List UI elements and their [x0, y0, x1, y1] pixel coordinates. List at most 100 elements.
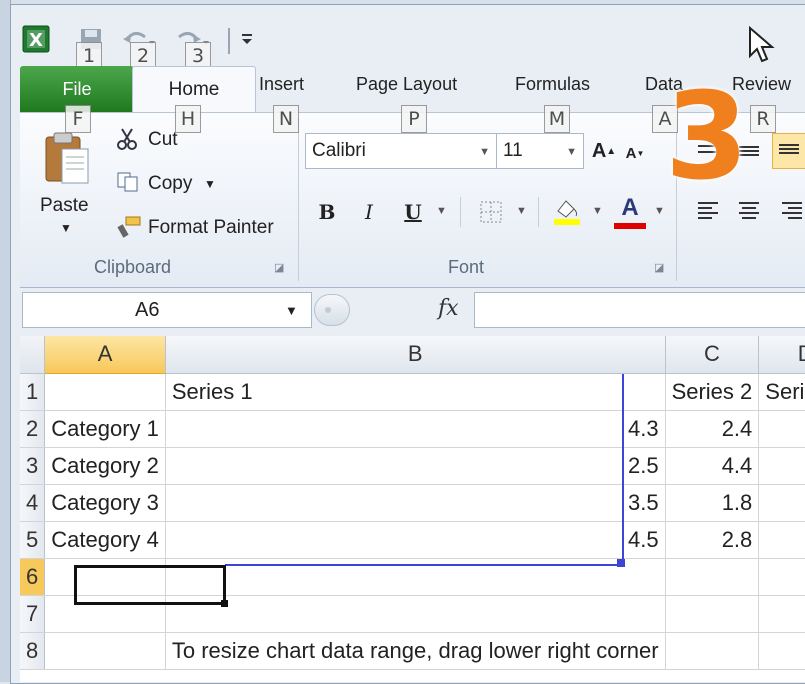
cell-b[interactable] [165, 595, 666, 633]
cell-d[interactable]: 5 [758, 521, 805, 559]
qat-separator [228, 28, 230, 54]
cell-a[interactable] [44, 373, 166, 411]
row-header[interactable]: 2 [20, 410, 46, 448]
cell-c[interactable]: 2.4 [665, 410, 760, 448]
align-right-icon[interactable] [780, 199, 802, 226]
column-header-row: A B C D E [20, 336, 805, 374]
cell-a[interactable] [44, 632, 166, 670]
step-number-overlay: 3 [665, 68, 749, 207]
fill-color-dropdown-icon[interactable]: ▼ [592, 205, 603, 217]
paste-dropdown-icon[interactable]: ▼ [60, 221, 72, 235]
paste-button[interactable]: Paste [40, 195, 89, 217]
bold-button[interactable]: B [314, 197, 340, 227]
font-size-combo[interactable]: 11 ▼ [496, 133, 584, 169]
row-header[interactable]: 6 [20, 558, 46, 596]
copy-button[interactable]: Copy [148, 173, 192, 195]
cell-d[interactable]: Series 3 [758, 373, 805, 411]
paste-icon[interactable] [42, 129, 92, 192]
copy-dropdown-icon[interactable]: ▼ [204, 177, 216, 191]
cell-a[interactable]: Category 1 [44, 410, 166, 448]
row-header[interactable]: 5 [20, 521, 46, 559]
font-group-label: Font [448, 257, 485, 277]
cell-d[interactable]: 2 [758, 447, 805, 485]
cell-d[interactable] [758, 632, 805, 670]
cell-d[interactable] [758, 595, 805, 633]
font-name-dropdown-icon[interactable]: ▼ [479, 146, 490, 158]
column-header-b[interactable]: B [165, 336, 666, 374]
cut-button[interactable]: Cut [148, 129, 178, 151]
font-color-button[interactable]: A [614, 195, 646, 229]
keytip-insert: N [273, 105, 299, 133]
grow-font-icon: A [591, 139, 607, 162]
row-header[interactable]: 3 [20, 447, 46, 485]
cut-icon [116, 127, 138, 156]
cell-a[interactable]: Category 3 [44, 484, 166, 522]
cell-c[interactable]: 4.4 [665, 447, 760, 485]
insert-function-button[interactable]: fx [438, 296, 459, 321]
table-row: 8 To resize chart data range, drag lower … [20, 632, 805, 670]
fill-handle[interactable] [221, 600, 228, 607]
align-bottom-button[interactable] [772, 133, 805, 169]
shrink-font-icon: A [625, 144, 637, 162]
name-box[interactable]: A6 ▼ [22, 292, 312, 328]
worksheet-grid[interactable]: A B C D E 1Series 1Series 2Series 32Cate… [20, 336, 805, 682]
fill-color-icon[interactable] [552, 197, 582, 232]
underline-dropdown-icon[interactable]: ▼ [436, 205, 447, 217]
tab-page-layout[interactable]: Page Layout [356, 74, 457, 95]
italic-button[interactable]: I [356, 197, 382, 227]
cell-c[interactable] [665, 632, 760, 670]
group-separator [298, 119, 299, 281]
tab-formulas[interactable]: Formulas [515, 74, 590, 95]
format-painter-button[interactable]: Format Painter [148, 217, 274, 239]
row-header[interactable]: 4 [20, 484, 46, 522]
formula-bar-expander[interactable] [314, 294, 350, 326]
font-size-value: 11 [503, 140, 523, 161]
font-dialog-launcher-icon[interactable]: ◪ [654, 261, 664, 274]
column-header-a[interactable]: A [44, 336, 166, 374]
range-resize-handle[interactable] [617, 559, 625, 567]
active-cell-border [74, 565, 226, 605]
font-name-combo[interactable]: Calibri ▼ [305, 133, 497, 169]
cell-d[interactable]: 2 [758, 410, 805, 448]
svg-text:X: X [29, 30, 43, 51]
cell-c[interactable]: 2.8 [665, 521, 760, 559]
borders-dropdown-icon[interactable]: ▼ [516, 205, 527, 217]
formula-bar: A6 ▼ fx [20, 288, 805, 332]
cell-d[interactable] [758, 558, 805, 596]
select-all-corner[interactable] [20, 336, 46, 374]
cell-c[interactable]: 1.8 [665, 484, 760, 522]
clipboard-group-label: Clipboard [94, 257, 172, 277]
row-header[interactable]: 1 [20, 373, 46, 411]
cell-c[interactable]: Series 2 [665, 373, 760, 411]
formula-input[interactable] [474, 292, 805, 328]
cell-a[interactable]: Category 2 [44, 447, 166, 485]
cell-a[interactable]: Category 4 [44, 521, 166, 559]
tab-insert[interactable]: Insert [259, 74, 304, 95]
keytip-page-layout: P [401, 105, 427, 133]
row-header[interactable]: 7 [20, 595, 46, 633]
tab-home-label: Home [168, 79, 220, 100]
row-header[interactable]: 8 [20, 632, 46, 670]
borders-icon[interactable] [480, 201, 502, 228]
underline-button[interactable]: U [400, 197, 426, 227]
font-color-swatch [614, 223, 646, 229]
clipboard-dialog-launcher-icon[interactable]: ◪ [274, 261, 284, 274]
cell-b[interactable]: To resize chart data range, drag lower r… [165, 632, 666, 670]
name-box-dropdown-icon[interactable]: ▼ [285, 303, 298, 318]
keytip-file: F [65, 105, 91, 133]
font-color-dropdown-icon[interactable]: ▼ [654, 205, 665, 217]
cell-c[interactable] [665, 558, 760, 596]
excel-logo-icon[interactable]: X [20, 24, 52, 54]
copy-icon [116, 171, 140, 198]
grow-font-button[interactable]: A ▲ [592, 135, 616, 167]
name-box-value: A6 [135, 299, 160, 321]
cell-c[interactable] [665, 595, 760, 633]
font-size-dropdown-icon[interactable]: ▼ [566, 146, 577, 158]
align-bottom-icon [779, 144, 799, 154]
column-header-c[interactable]: C [665, 336, 760, 374]
customize-qat-icon[interactable] [238, 24, 256, 54]
shrink-font-button[interactable]: A ▼ [624, 139, 646, 167]
cell-d[interactable]: 3 [758, 484, 805, 522]
column-header-d[interactable]: D [758, 336, 805, 374]
expander-dot-icon [325, 307, 331, 313]
